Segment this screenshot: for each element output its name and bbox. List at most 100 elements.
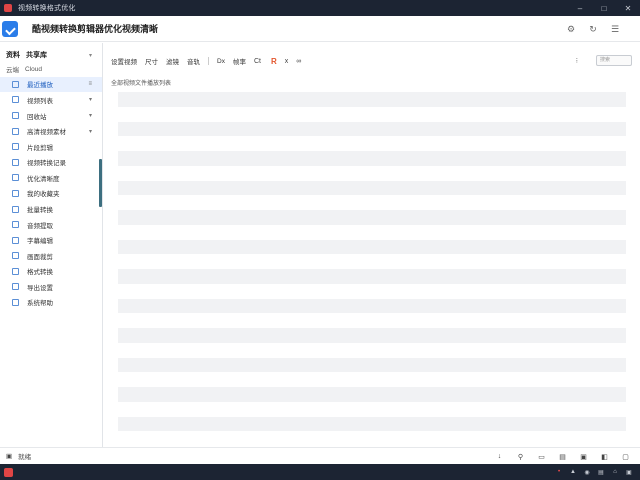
sidebar-item-list: 最近播放 ≡ 视频列表 ▾ 回收站 ▾ 高清视频素材 ▾ 片段剪辑 视频转换记录 优化清晰度 我的收藏…	[0, 77, 102, 309]
toolbar-item-filter[interactable]: 滤镜	[166, 56, 179, 66]
app-logo-icon	[2, 20, 18, 37]
list-item[interactable]	[118, 372, 626, 387]
search-icon[interactable]: ⚲	[510, 453, 531, 461]
window-controls: – □ ✕	[568, 0, 640, 16]
list-item[interactable]	[118, 210, 626, 225]
list-item[interactable]	[118, 431, 626, 446]
taskbar-app-icon[interactable]	[4, 467, 13, 477]
system-tray: • ▲ ◉ ▤ ⌂ ▣	[552, 464, 636, 480]
desktop-icon[interactable]: ▣	[622, 469, 636, 476]
menu-icon[interactable]: ☰	[604, 24, 626, 35]
window-titlebar: 视频转换格式优化 – □ ✕	[0, 0, 640, 16]
list-item[interactable]	[118, 239, 626, 255]
sidebar-sub-key: 云端	[6, 67, 19, 74]
search-input[interactable]: 搜索	[596, 55, 632, 66]
list-item[interactable]	[118, 254, 626, 269]
status-actions: ↓ ⚲ ▭ ▤ ▣ ◧ ▢	[489, 448, 636, 465]
list-item[interactable]	[118, 165, 626, 181]
list-item[interactable]	[118, 342, 626, 358]
list-icon	[12, 80, 19, 88]
list-item[interactable]	[118, 328, 626, 343]
app-header: 酷视频转换剪辑器优化视频清晰 ⚙ ↻ ☰	[0, 16, 640, 42]
sidebar-item[interactable]: 导出设置	[0, 280, 102, 294]
chevron-icon[interactable]: ▾	[89, 128, 92, 135]
list-item[interactable]	[118, 313, 626, 328]
toolbar-item-settings[interactable]: 设置视频	[111, 56, 137, 66]
save-icon[interactable]: ▣	[6, 452, 12, 460]
minimize-button[interactable]: –	[568, 0, 592, 16]
home-icon[interactable]: ⌂	[608, 469, 622, 475]
sidebar-item[interactable]: 优化清晰度	[0, 171, 102, 185]
sidebar-item[interactable]: 画面裁剪	[0, 249, 102, 263]
list-item[interactable]	[118, 106, 626, 122]
sidebar-item[interactable]: 音频提取	[0, 217, 102, 231]
app-title: 酷视频转换剪辑器优化视频清晰	[32, 24, 159, 34]
status-text: 就绪	[18, 454, 32, 461]
notification-dot-icon[interactable]: •	[552, 469, 566, 475]
list-item[interactable]	[118, 224, 626, 240]
sidebar-item[interactable]: 片段剪辑	[0, 140, 102, 154]
close-button[interactable]: ✕	[616, 0, 640, 16]
keyboard-icon[interactable]: ▤	[594, 469, 608, 476]
list-icon	[12, 189, 19, 197]
download-icon[interactable]: ↓	[489, 453, 510, 460]
list-item[interactable]	[118, 387, 626, 402]
sidebar-item-label: 音频提取	[27, 222, 53, 230]
settings-icon[interactable]: ⚙	[560, 24, 582, 35]
sidebar-item[interactable]: 系统帮助	[0, 295, 102, 309]
sidebar-item[interactable]: 视频列表 ▾	[0, 93, 102, 107]
list-item[interactable]	[118, 283, 626, 299]
sidebar-subheader[interactable]: 云端 Cloud	[0, 62, 102, 76]
list-item[interactable]	[118, 357, 626, 373]
sidebar-item[interactable]: 我的收藏夹	[0, 186, 102, 200]
sidebar-item[interactable]: 回收站 ▾	[0, 108, 102, 122]
list-item[interactable]	[118, 92, 626, 107]
sidebar-item[interactable]: 视频转换记录	[0, 155, 102, 169]
chevron-down-icon[interactable]: ▾	[89, 52, 92, 59]
clear-icon[interactable]: x	[285, 58, 289, 65]
sidebar-item[interactable]: 高清视频素材 ▾	[0, 124, 102, 138]
tray-expand-icon[interactable]: ▲	[566, 469, 580, 475]
chevron-icon[interactable]: ▾	[89, 112, 92, 119]
screen-icon[interactable]: ▭	[531, 453, 552, 461]
list-item[interactable]	[118, 151, 626, 166]
window-icon[interactable]: ▣	[573, 453, 594, 461]
chevron-icon[interactable]: ▾	[89, 96, 92, 103]
refresh-icon[interactable]: ↻	[582, 24, 604, 35]
sidebar-item[interactable]: 最近播放 ≡	[0, 77, 102, 92]
record-icon[interactable]: R	[271, 57, 277, 66]
list-icon	[12, 143, 19, 151]
network-icon[interactable]: ◉	[580, 469, 594, 476]
toolbar-item-audio[interactable]: 音轨	[187, 56, 200, 66]
sidebar-item-label: 系统帮助	[27, 300, 53, 308]
app-window-icon	[4, 4, 12, 12]
toolbar-item-size[interactable]: 尺寸	[145, 56, 158, 66]
sidebar-section-header[interactable]: 资料 共享库 ▾	[0, 48, 102, 62]
toolbar-symbol-ct[interactable]: Ct	[254, 58, 261, 65]
more-icon[interactable]: ∞	[296, 58, 301, 65]
list-item[interactable]	[118, 121, 626, 137]
list-item[interactable]	[118, 136, 626, 151]
sidebar-section-label: 共享库	[26, 52, 47, 59]
list-item[interactable]	[118, 416, 626, 432]
fullscreen-icon[interactable]: ▢	[615, 453, 636, 461]
toolbar-item-dx[interactable]: Dx	[217, 58, 225, 65]
sidebar-item[interactable]: 字幕编辑	[0, 233, 102, 247]
maximize-button[interactable]: □	[592, 0, 616, 16]
overflow-icon[interactable]: ⁝	[576, 57, 578, 65]
header-actions: ⚙ ↻ ☰	[560, 16, 626, 42]
layout-icon[interactable]: ▤	[552, 453, 573, 461]
toolbar-item-framerate[interactable]: 帧率	[233, 56, 246, 66]
split-icon[interactable]: ◧	[594, 453, 615, 461]
list-item[interactable]	[118, 180, 626, 196]
list-item[interactable]	[118, 298, 626, 314]
list-item[interactable]	[118, 401, 626, 417]
list-icon	[12, 221, 19, 229]
chevron-icon[interactable]: ≡	[88, 81, 92, 87]
sidebar-item[interactable]: 格式转换	[0, 264, 102, 278]
list-item[interactable]	[118, 195, 626, 210]
sidebar-scrollbar[interactable]	[99, 159, 102, 207]
sidebar-item[interactable]: 批量转换	[0, 202, 102, 216]
list-item[interactable]	[118, 269, 626, 284]
list-icon	[12, 96, 19, 104]
